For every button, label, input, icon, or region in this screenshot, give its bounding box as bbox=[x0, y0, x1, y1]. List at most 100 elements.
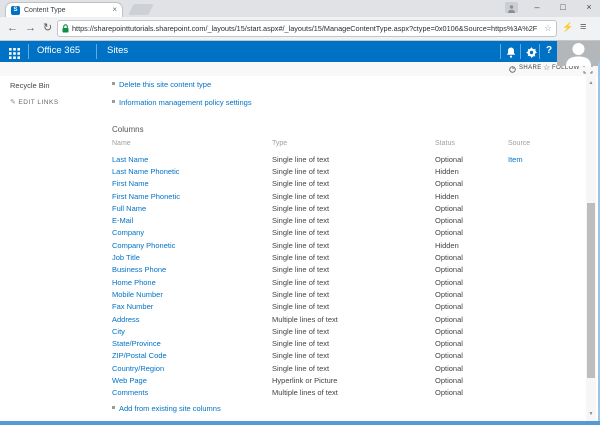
reload-icon[interactable]: ↻ bbox=[43, 20, 52, 36]
office365-brand-link[interactable]: Office 365 bbox=[37, 45, 80, 56]
extension-icon[interactable]: ⚡ bbox=[562, 22, 573, 33]
delete-content-type-link[interactable]: Delete this site content type bbox=[119, 80, 211, 89]
back-icon[interactable]: ← bbox=[7, 20, 18, 36]
column-name-link[interactable]: Home Phone bbox=[112, 278, 156, 287]
column-type: Single line of text bbox=[272, 339, 329, 348]
column-name-link[interactable]: Fax Number bbox=[112, 302, 153, 311]
column-type: Single line of text bbox=[272, 278, 329, 287]
table-row: Business PhoneSingle line of textOptiona… bbox=[112, 264, 566, 276]
column-name-link[interactable]: Last Name Phonetic bbox=[112, 167, 180, 176]
header-type: Type bbox=[272, 140, 435, 153]
browser-profile-icon[interactable] bbox=[505, 2, 518, 13]
column-type: Single line of text bbox=[272, 327, 329, 336]
window-maximize-button[interactable]: □ bbox=[556, 1, 570, 14]
column-name-link[interactable]: Country/Region bbox=[112, 364, 164, 373]
sites-link[interactable]: Sites bbox=[107, 45, 128, 56]
column-name-link[interactable]: State/Province bbox=[112, 339, 161, 348]
column-type: Single line of text bbox=[272, 179, 329, 188]
column-status: Optional bbox=[435, 364, 463, 373]
office365-suite-bar: Office 365 Sites ? bbox=[0, 41, 600, 62]
scroll-up-icon[interactable]: ▲ bbox=[586, 79, 596, 87]
window-minimize-button[interactable]: – bbox=[530, 1, 544, 14]
browser-tab[interactable]: S Content Type × bbox=[5, 2, 123, 17]
forward-icon[interactable]: → bbox=[25, 20, 36, 36]
settings-gear-icon[interactable] bbox=[526, 45, 537, 63]
column-type: Single line of text bbox=[272, 351, 329, 360]
column-name-link[interactable]: Address bbox=[112, 315, 140, 324]
edit-links-button[interactable]: ✎EDIT LINKS bbox=[10, 98, 59, 106]
share-icon[interactable] bbox=[509, 66, 516, 73]
vertical-scrollbar[interactable]: ▲ ▼ bbox=[586, 76, 596, 421]
column-type: Multiple lines of text bbox=[272, 315, 338, 324]
table-row: Country/RegionSingle line of textOptiona… bbox=[112, 362, 566, 374]
bullet-icon bbox=[112, 100, 115, 103]
pencil-icon: ✎ bbox=[10, 99, 16, 106]
help-icon[interactable]: ? bbox=[546, 45, 552, 56]
table-row: CitySingle line of textOptional bbox=[112, 325, 566, 337]
header-name: Name bbox=[112, 140, 272, 153]
column-source-link[interactable]: Item bbox=[508, 155, 523, 164]
bookmark-star-icon[interactable]: ☆ bbox=[544, 23, 552, 34]
information-policy-link[interactable]: Information management policy settings bbox=[119, 98, 252, 107]
column-name-link[interactable]: Comments bbox=[112, 388, 148, 397]
columns-table-header: Name Type Status Source bbox=[112, 140, 566, 153]
table-row: Last Name PhoneticSingle line of textHid… bbox=[112, 165, 566, 177]
column-name-link[interactable]: E-Mail bbox=[112, 216, 133, 225]
column-name-link[interactable]: Full Name bbox=[112, 204, 146, 213]
header-source: Source bbox=[508, 140, 566, 153]
add-existing-columns-link[interactable]: Add from existing site columns bbox=[119, 404, 221, 413]
column-name-link[interactable]: Last Name bbox=[112, 155, 148, 164]
tab-close-icon[interactable]: × bbox=[112, 6, 117, 14]
column-type: Single line of text bbox=[272, 155, 329, 164]
browser-toolbar: ← → ↻ https://sharepointtutorials.sharep… bbox=[0, 17, 600, 41]
scroll-down-icon[interactable]: ▼ bbox=[586, 410, 596, 418]
notifications-bell-icon[interactable] bbox=[506, 45, 516, 63]
column-name-link[interactable]: Company Phonetic bbox=[112, 241, 175, 250]
browser-menu-icon[interactable]: ≡ bbox=[580, 21, 586, 33]
column-status: Optional bbox=[435, 179, 463, 188]
column-status: Optional bbox=[435, 302, 463, 311]
sidebar-item-recycle-bin[interactable]: Recycle Bin bbox=[10, 81, 50, 90]
column-status: Optional bbox=[435, 265, 463, 274]
padlock-icon bbox=[62, 24, 69, 33]
follow-star-icon[interactable]: ☆ bbox=[543, 63, 551, 72]
columns-section: Columns Name Type Status Source Last Nam… bbox=[112, 125, 566, 413]
table-row: Mobile NumberSingle line of textOptional bbox=[112, 288, 566, 300]
bullet-icon bbox=[112, 406, 115, 409]
scrollbar-thumb[interactable] bbox=[587, 203, 595, 378]
suitebar-divider bbox=[520, 44, 521, 59]
new-tab-button[interactable] bbox=[128, 4, 153, 15]
table-row: First Name PhoneticSingle line of textHi… bbox=[112, 190, 566, 202]
table-row: AddressMultiple lines of textOptional bbox=[112, 313, 566, 325]
page-content: Recycle Bin ✎EDIT LINKS Delete this site… bbox=[0, 76, 600, 421]
column-status: Optional bbox=[435, 351, 463, 360]
suitebar-divider bbox=[28, 44, 29, 59]
suitebar-divider bbox=[500, 44, 501, 59]
column-name-link[interactable]: ZIP/Postal Code bbox=[112, 351, 167, 360]
column-name-link[interactable]: First Name bbox=[112, 179, 149, 188]
column-name-link[interactable]: Business Phone bbox=[112, 265, 166, 274]
user-avatar[interactable] bbox=[557, 41, 600, 66]
table-row: Home PhoneSingle line of textOptional bbox=[112, 276, 566, 288]
column-status: Optional bbox=[435, 339, 463, 348]
table-row: Company PhoneticSingle line of textHidde… bbox=[112, 239, 566, 251]
column-name-link[interactable]: Company bbox=[112, 228, 144, 237]
column-status: Optional bbox=[435, 388, 463, 397]
column-type: Single line of text bbox=[272, 167, 329, 176]
table-row: ZIP/Postal Code Single line of text Option… bbox=[112, 350, 566, 362]
column-type: Hyperlink or Picture bbox=[272, 376, 337, 385]
column-name-link[interactable]: Job Title bbox=[112, 253, 140, 262]
add-columns-row: Add from existing site columns bbox=[112, 404, 566, 413]
share-button[interactable]: SHARE bbox=[519, 65, 542, 71]
table-row: Web PageHyperlink or PictureOptional bbox=[112, 374, 566, 386]
column-name-link[interactable]: City bbox=[112, 327, 125, 336]
column-status: Optional bbox=[435, 253, 463, 262]
column-name-link[interactable]: First Name Phonetic bbox=[112, 192, 180, 201]
address-bar[interactable]: https://sharepointtutorials.sharepoint.c… bbox=[57, 20, 557, 37]
suitebar-divider bbox=[96, 44, 97, 59]
column-type: Single line of text bbox=[272, 204, 329, 213]
window-close-button[interactable]: × bbox=[582, 1, 596, 14]
column-name-link[interactable]: Web Page bbox=[112, 376, 147, 385]
column-name-link[interactable]: Mobile Number bbox=[112, 290, 163, 299]
delete-content-type-row: Delete this site content type bbox=[112, 80, 211, 89]
